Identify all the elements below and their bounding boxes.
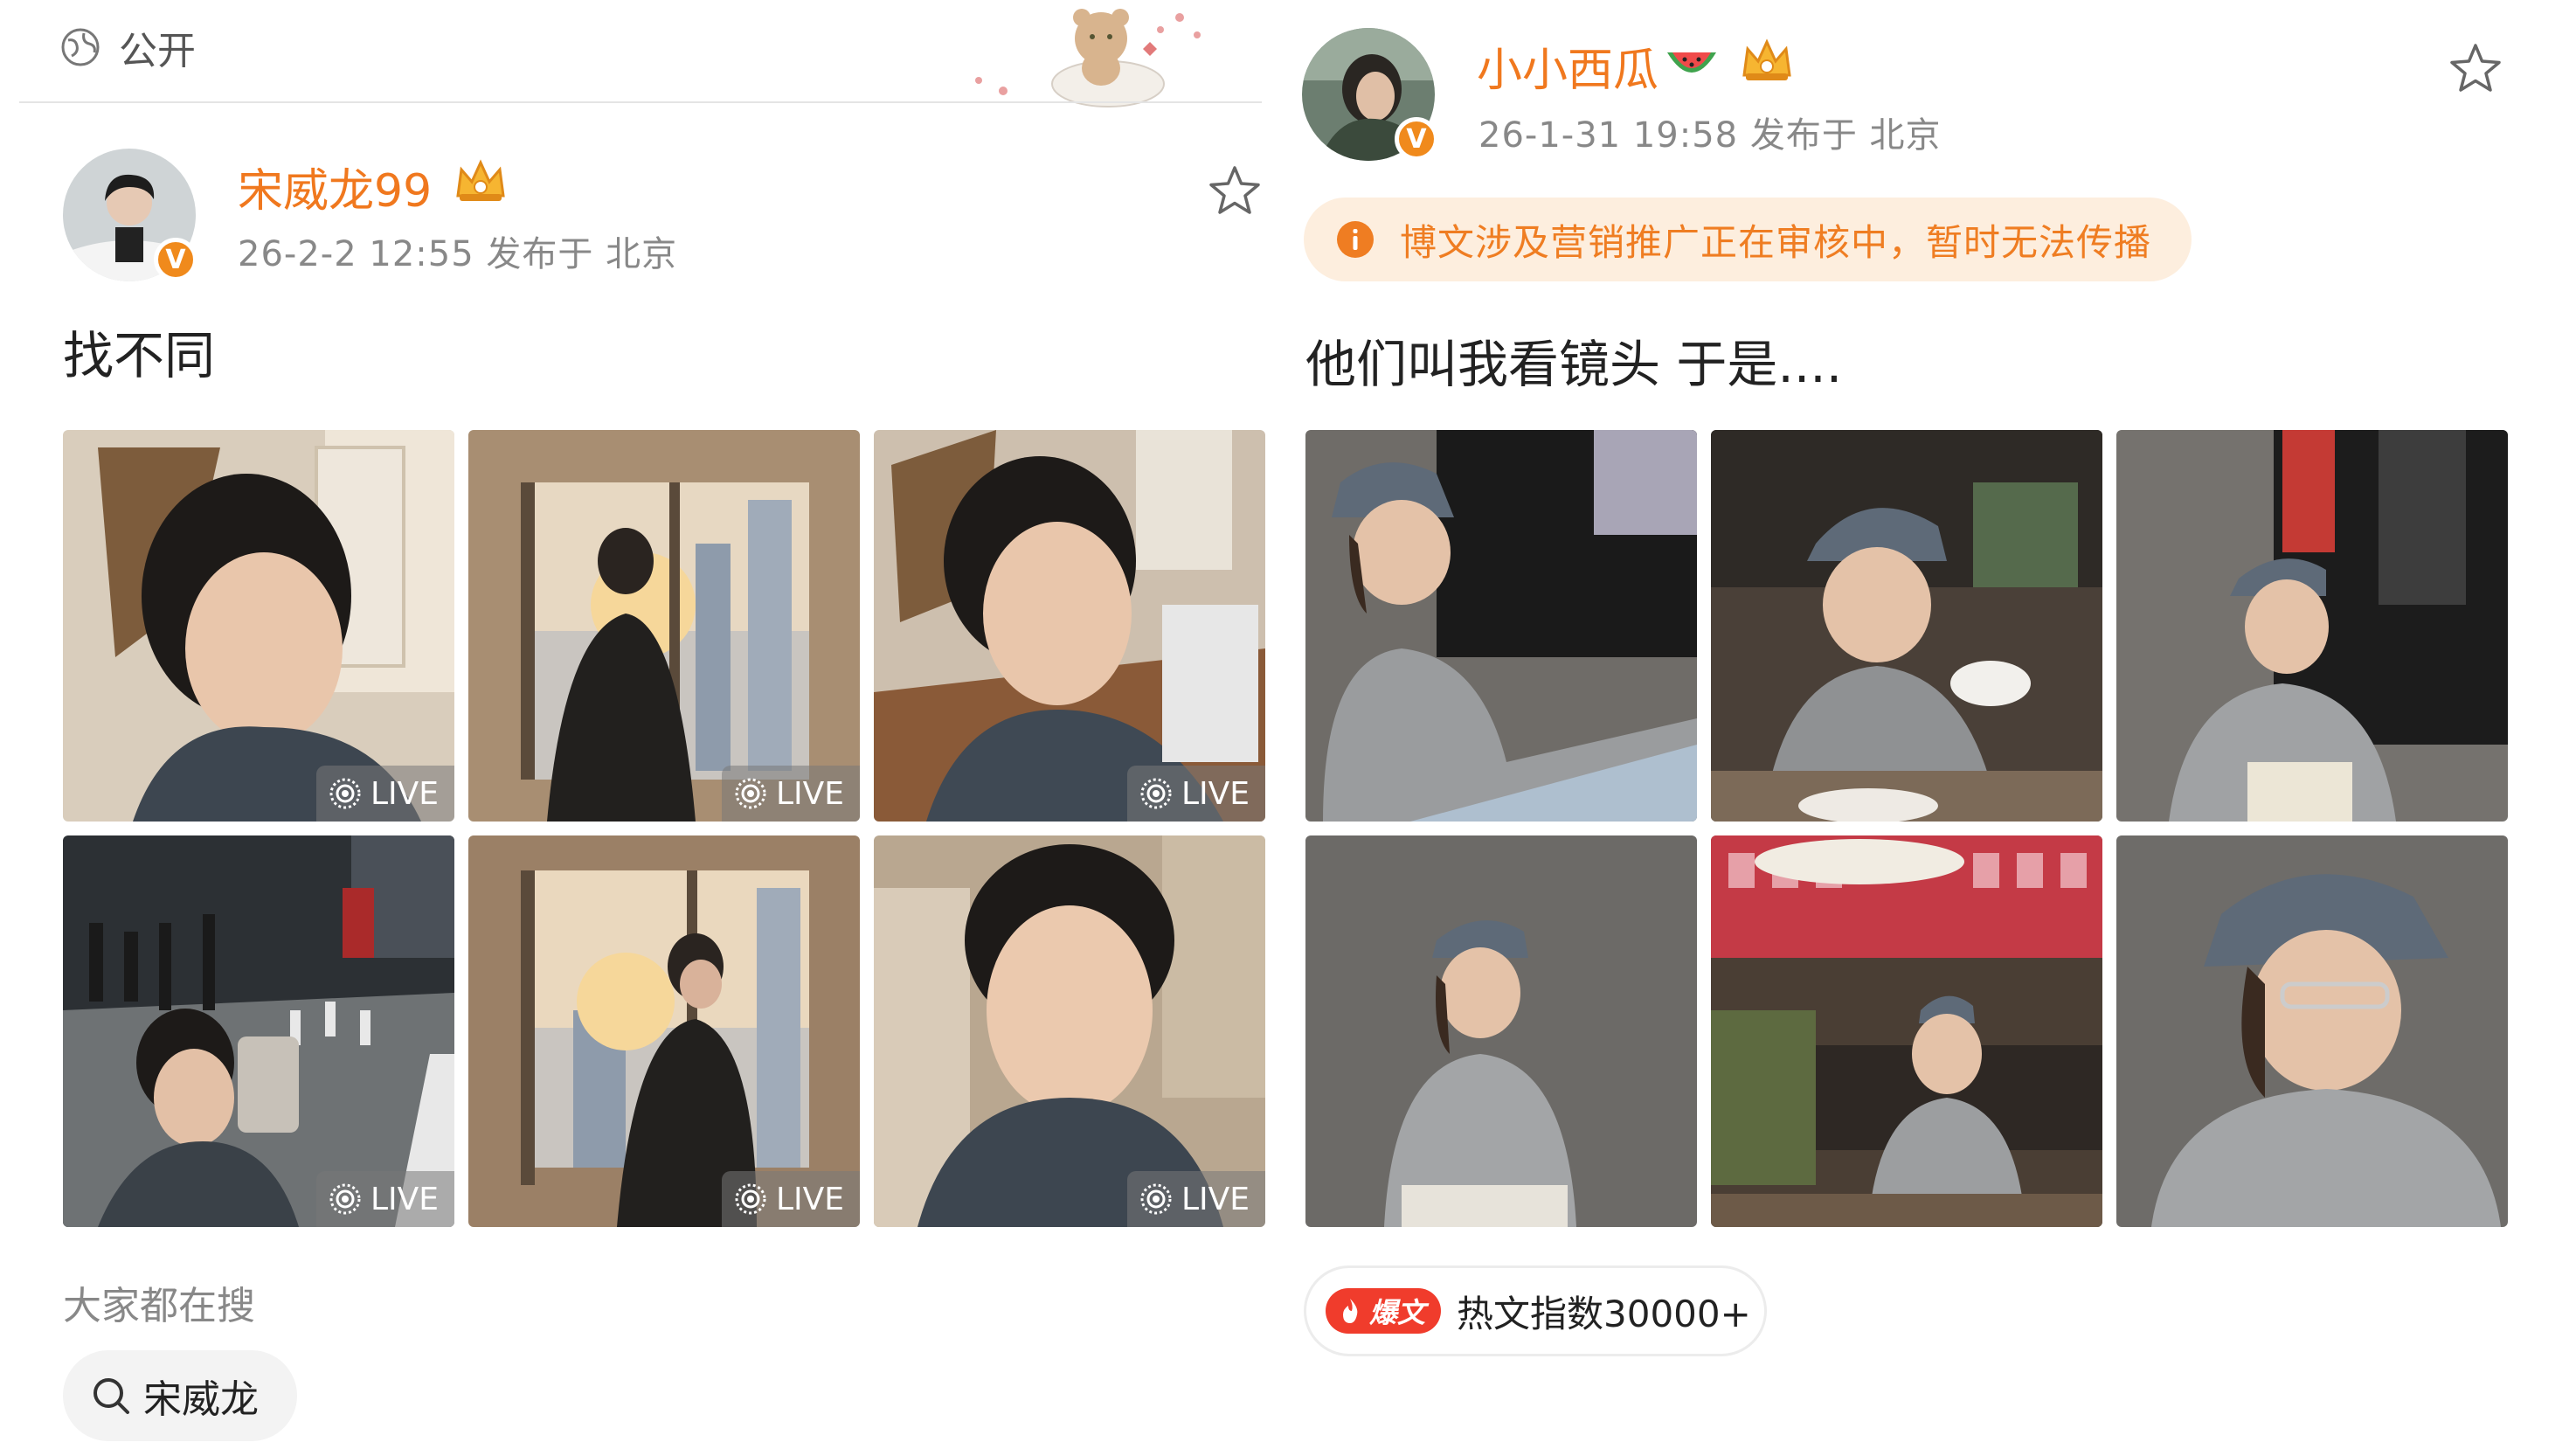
photo-6[interactable]: LIVE — [874, 835, 1265, 1227]
photo-4[interactable]: LIVE — [63, 835, 454, 1227]
trending-search-label: 大家都在搜 — [63, 1284, 255, 1328]
post-text: 他们叫我看镜头 于是.... — [1305, 335, 1843, 394]
live-label: LIVE — [370, 775, 439, 812]
live-badge: LIVE — [1126, 1171, 1265, 1227]
review-notice: 博文涉及营销推广正在审核中，暂时无法传播 — [1304, 198, 2192, 281]
live-icon — [735, 778, 766, 809]
live-badge: LIVE — [315, 766, 454, 822]
divider — [19, 101, 1262, 103]
bear-sticker-decoration — [975, 9, 1201, 107]
live-badge: LIVE — [721, 766, 860, 822]
visibility-label: 公开 — [119, 29, 196, 73]
live-icon — [329, 778, 361, 809]
live-label: LIVE — [775, 775, 844, 812]
photo-2[interactable]: LIVE — [468, 430, 860, 822]
photo-3[interactable] — [2116, 430, 2508, 822]
search-chip[interactable]: 宋威龙 — [63, 1350, 297, 1441]
visibility-row: 公开 — [59, 21, 196, 73]
live-icon — [329, 1183, 361, 1215]
username[interactable]: 小小西瓜 — [1477, 33, 1658, 99]
search-icon — [93, 1378, 129, 1414]
photo-grid — [1305, 430, 2508, 1227]
crown-icon — [456, 159, 505, 201]
info-icon — [1337, 221, 1374, 258]
star-icon[interactable] — [1208, 164, 1262, 218]
globe-icon — [61, 28, 100, 66]
live-label: LIVE — [1181, 1181, 1250, 1217]
photo-5[interactable]: LIVE — [468, 835, 860, 1227]
username[interactable]: 宋威龙99 — [238, 154, 432, 219]
hot-post-badge[interactable]: 爆文 热文指数30000+ — [1304, 1265, 1767, 1356]
live-icon — [735, 1183, 766, 1215]
live-label: LIVE — [370, 1181, 439, 1217]
live-badge: LIVE — [315, 1171, 454, 1227]
live-label: LIVE — [775, 1181, 844, 1217]
verified-badge-icon: V — [1395, 117, 1438, 161]
post-text: 找不同 — [63, 326, 216, 385]
star-icon[interactable] — [2448, 42, 2503, 96]
live-icon — [1140, 1183, 1172, 1215]
fire-icon — [1343, 1299, 1358, 1323]
live-icon — [1140, 778, 1172, 809]
photo-1[interactable]: LIVE — [63, 430, 454, 822]
watermelon-icon — [1667, 52, 1716, 73]
crown-icon — [1742, 38, 1791, 80]
photo-3[interactable]: LIVE — [874, 430, 1265, 822]
hot-index-text: 热文指数30000+ — [1457, 1292, 1751, 1335]
left-post-panel: 公开 V 宋威龙99 26-2-2 12:55 发布于 北京 找不同 LIVE … — [0, 0, 1285, 1449]
photo-4[interactable] — [1305, 835, 1697, 1227]
photo-1[interactable] — [1305, 430, 1697, 822]
photo-grid: LIVE LIVE LIVE LIVE LIVE LIVE — [63, 430, 1265, 1227]
live-badge: LIVE — [1126, 766, 1265, 822]
post-meta: 26-1-31 19:58 发布于 北京 — [1478, 115, 1942, 156]
verified-badge-icon: V — [154, 238, 197, 281]
photo-2[interactable] — [1711, 430, 2102, 822]
hot-tag-label: 爆文 — [1369, 1296, 1426, 1329]
bottom-fade-overlay — [2071, 1337, 2576, 1449]
live-label: LIVE — [1181, 775, 1250, 812]
live-badge: LIVE — [721, 1171, 860, 1227]
photo-6[interactable] — [2116, 835, 2508, 1227]
review-notice-text: 博文涉及营销推广正在审核中，暂时无法传播 — [1400, 220, 2152, 264]
post-meta: 26-2-2 12:55 发布于 北京 — [238, 234, 678, 274]
photo-5[interactable] — [1711, 835, 2102, 1227]
search-chip-label: 宋威龙 — [143, 1377, 259, 1422]
hot-tag: 爆文 — [1326, 1288, 1442, 1334]
